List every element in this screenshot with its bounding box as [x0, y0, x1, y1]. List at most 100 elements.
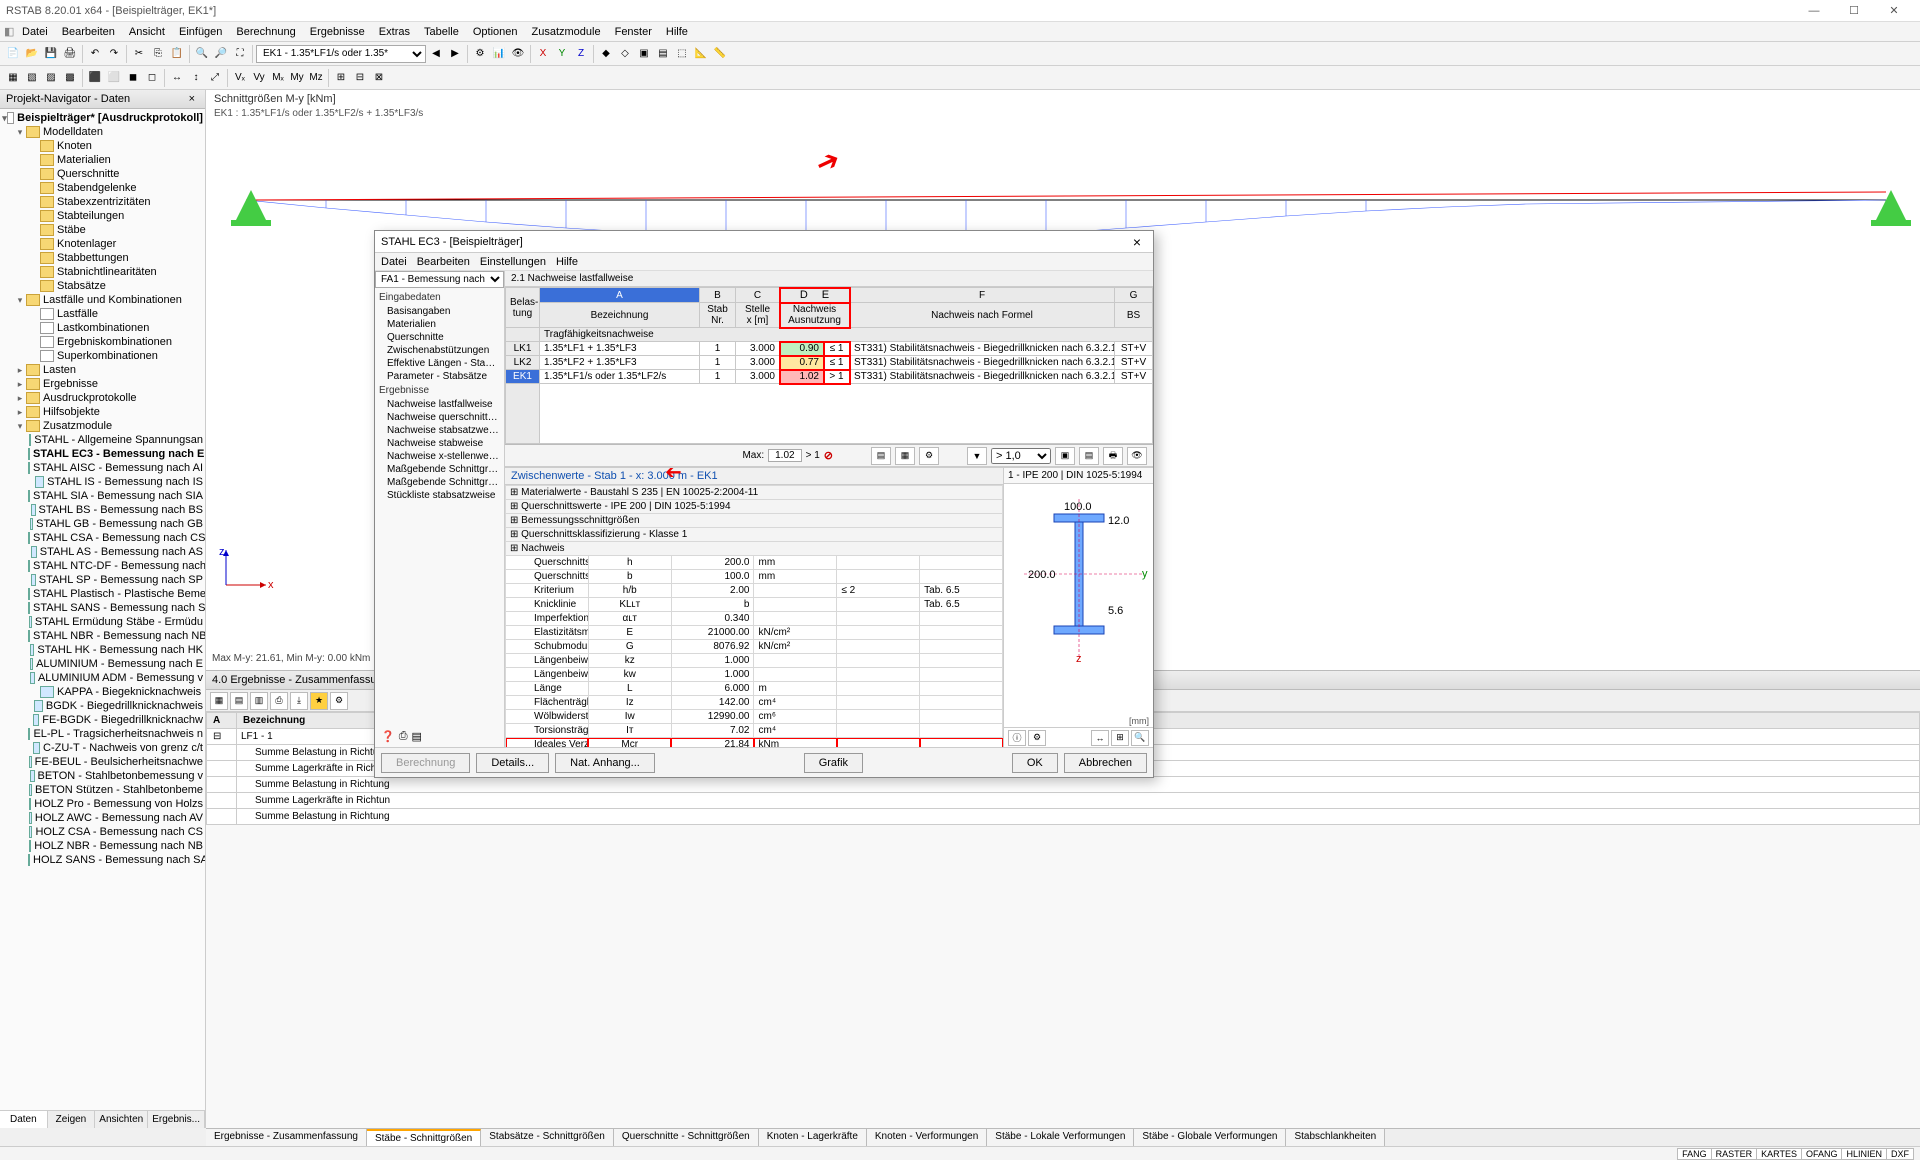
btab-7[interactable]: Stäbe - Globale Verformungen — [1134, 1129, 1286, 1146]
dlg-menu-einstellungen[interactable]: Einstellungen — [480, 256, 546, 268]
tree-node[interactable]: Knotenlager — [0, 237, 205, 251]
tb-misc2-icon[interactable]: ◇ — [616, 45, 634, 63]
sb-ofang[interactable]: OFANG — [1801, 1148, 1843, 1160]
menu-ergebnisse[interactable]: Ergebnisse — [304, 24, 371, 40]
pv-b4[interactable]: ⊞ — [1111, 730, 1129, 746]
tree-node[interactable]: ALUMINIUM - Bemessung nach E — [0, 657, 205, 671]
tb2-s[interactable]: ⊠ — [370, 69, 388, 87]
close-button[interactable]: ✕ — [1874, 1, 1914, 21]
tb-view-icon[interactable]: 👁 — [509, 45, 527, 63]
menu-zusatzmodule[interactable]: Zusatzmodule — [526, 24, 607, 40]
dlg-left-item[interactable]: Parameter - Stabsätze — [375, 370, 504, 383]
tree-node[interactable]: STAHL SIA - Bemessung nach SIA — [0, 489, 205, 503]
sb-kartes[interactable]: KARTES — [1756, 1148, 1802, 1160]
tree-node[interactable]: STAHL NTC-DF - Bemessung nach — [0, 559, 205, 573]
tb-new-icon[interactable]: 📄 — [4, 45, 22, 63]
sb-raster[interactable]: RASTER — [1711, 1148, 1758, 1160]
tb-search-icon[interactable]: 🔍 — [193, 45, 211, 63]
dlg-left-item[interactable]: Zwischenabstützungen — [375, 344, 504, 357]
tree-node[interactable]: ▾Lastfälle und Kombinationen — [0, 293, 205, 307]
tree-node[interactable]: STAHL HK - Bemessung nach HK — [0, 643, 205, 657]
results-grid[interactable]: Belas- tung A B C D E F G Bezeichnung St… — [505, 287, 1153, 445]
tree-node[interactable]: Stabteilungen — [0, 209, 205, 223]
tree-node[interactable]: STAHL GB - Bemessung nach GB — [0, 517, 205, 531]
tree-node[interactable]: Lastfälle — [0, 307, 205, 321]
tree-node[interactable]: STAHL AISC - Bemessung nach AI — [0, 461, 205, 475]
tree-node[interactable]: STAHL SP - Bemessung nach SP — [0, 573, 205, 587]
tb2-r[interactable]: ⊟ — [351, 69, 369, 87]
menu-hilfe[interactable]: Hilfe — [660, 24, 694, 40]
tb-misc7-icon[interactable]: 📏 — [711, 45, 729, 63]
tree-node[interactable]: ▸Hilfsobjekte — [0, 405, 205, 419]
dlg-left-item[interactable]: Nachweise stabsatzweise — [375, 424, 504, 437]
tree-node[interactable]: BETON Stützen - Stahlbetonbeme — [0, 783, 205, 797]
minimize-button[interactable]: — — [1794, 1, 1834, 21]
tree-node[interactable]: ▸Lasten — [0, 363, 205, 377]
maxbar-combo[interactable]: > 1,0 — [991, 448, 1051, 464]
tree-node[interactable]: ▾Beispielträger* [Ausdruckprotokoll] — [0, 111, 205, 125]
tb-save-icon[interactable]: 💾 — [42, 45, 60, 63]
tb-fit-icon[interactable]: ⛶ — [231, 45, 249, 63]
btab-8[interactable]: Stabschlankheiten — [1286, 1129, 1385, 1146]
dlg-ib2[interactable]: ⎙ — [399, 730, 408, 743]
dlg-left-item[interactable]: Maßgebende Schnittgrößen sta — [375, 463, 504, 476]
dlg-menu-bearbeiten[interactable]: Bearbeiten — [417, 256, 470, 268]
maximize-button[interactable]: ☐ — [1834, 1, 1874, 21]
tree-node[interactable]: FE-BEUL - Beulsicherheitsnachwe — [0, 755, 205, 769]
tree-node[interactable]: HOLZ SANS - Bemessung nach SA — [0, 853, 205, 867]
btab-6[interactable]: Stäbe - Lokale Verformungen — [987, 1129, 1134, 1146]
tree-node[interactable]: STAHL IS - Bemessung nach IS — [0, 475, 205, 489]
tree-node[interactable]: Stabexzentrizitäten — [0, 195, 205, 209]
tree-node[interactable]: ▸Ergebnisse — [0, 377, 205, 391]
tb-z-icon[interactable]: Z — [572, 45, 590, 63]
dlg-left-item[interactable]: Effektive Längen - Stabsätze — [375, 357, 504, 370]
dlg-left-item[interactable]: Nachweise lastfallweise — [375, 398, 504, 411]
tree-node[interactable]: STAHL - Allgemeine Spannungsan — [0, 433, 205, 447]
dlg-ib3[interactable]: ▤ — [412, 730, 422, 743]
tree-node[interactable]: ▾Zusatzmodule — [0, 419, 205, 433]
dlg-left-item[interactable]: Stückliste stabsatzweise — [375, 489, 504, 502]
tb-misc6-icon[interactable]: 📐 — [692, 45, 710, 63]
rp-tb5[interactable]: ⤓ — [290, 692, 308, 710]
pv-info-icon[interactable]: ⓘ — [1008, 730, 1026, 746]
grafik-button[interactable]: Grafik — [804, 753, 863, 773]
details-button[interactable]: Details... — [476, 753, 549, 773]
tb2-i[interactable]: ↔ — [168, 69, 186, 87]
pv-calc-icon[interactable]: ⚙ — [1028, 730, 1046, 746]
menu-tabelle[interactable]: Tabelle — [418, 24, 465, 40]
navigator-close-icon[interactable]: × — [185, 93, 199, 105]
maxbar-btn1[interactable]: ▤ — [871, 447, 891, 465]
tree-node[interactable]: STAHL SANS - Bemessung nach S — [0, 601, 205, 615]
pv-b3[interactable]: ↔ — [1091, 730, 1109, 746]
rp-tb7[interactable]: ⚙ — [330, 692, 348, 710]
tb-misc4-icon[interactable]: ▤ — [654, 45, 672, 63]
dialog-titlebar[interactable]: STAHL EC3 - [Beispielträger] × — [375, 231, 1153, 253]
tree-node[interactable]: STAHL BS - Bemessung nach BS — [0, 503, 205, 517]
tree-node[interactable]: Stabendgelenke — [0, 181, 205, 195]
rp-tb3[interactable]: ▥ — [250, 692, 268, 710]
sb-dxf[interactable]: DXF — [1886, 1148, 1914, 1160]
nat-anhang-button[interactable]: Nat. Anhang... — [555, 753, 655, 773]
tree-node[interactable]: C-ZU-T - Nachweis von grenz c/t — [0, 741, 205, 755]
btab-3[interactable]: Querschnitte - Schnittgrößen — [614, 1129, 759, 1146]
tb-undo-icon[interactable]: ↶ — [86, 45, 104, 63]
tb2-e[interactable]: ⬛ — [86, 69, 104, 87]
tb2-c[interactable]: ▨ — [42, 69, 60, 87]
maxbar-b4[interactable]: ▣ — [1055, 447, 1075, 465]
nav-tab-zeigen[interactable]: Zeigen — [48, 1111, 96, 1128]
tb-zoom-icon[interactable]: 🔎 — [212, 45, 230, 63]
tb-calc-icon[interactable]: ⚙ — [471, 45, 489, 63]
tree-node[interactable]: Stabbettungen — [0, 251, 205, 265]
tree-node[interactable]: HOLZ NBR - Bemessung nach NB — [0, 839, 205, 853]
cancel-button[interactable]: Abbrechen — [1064, 753, 1147, 773]
tb2-a[interactable]: ▦ — [4, 69, 22, 87]
btab-4[interactable]: Knoten - Lagerkräfte — [759, 1129, 867, 1146]
rp-tb2[interactable]: ▤ — [230, 692, 248, 710]
maxbar-b7[interactable]: 👁 — [1127, 447, 1147, 465]
tb-next-icon[interactable]: ▶ — [446, 45, 464, 63]
tb-open-icon[interactable]: 📂 — [23, 45, 41, 63]
tb-results-icon[interactable]: 📊 — [490, 45, 508, 63]
btab-1[interactable]: Stäbe - Schnittgrößen — [367, 1129, 481, 1146]
tree-node[interactable]: Stabnichtlinearitäten — [0, 265, 205, 279]
maxbar-filter-icon[interactable]: ▼ — [967, 447, 987, 465]
